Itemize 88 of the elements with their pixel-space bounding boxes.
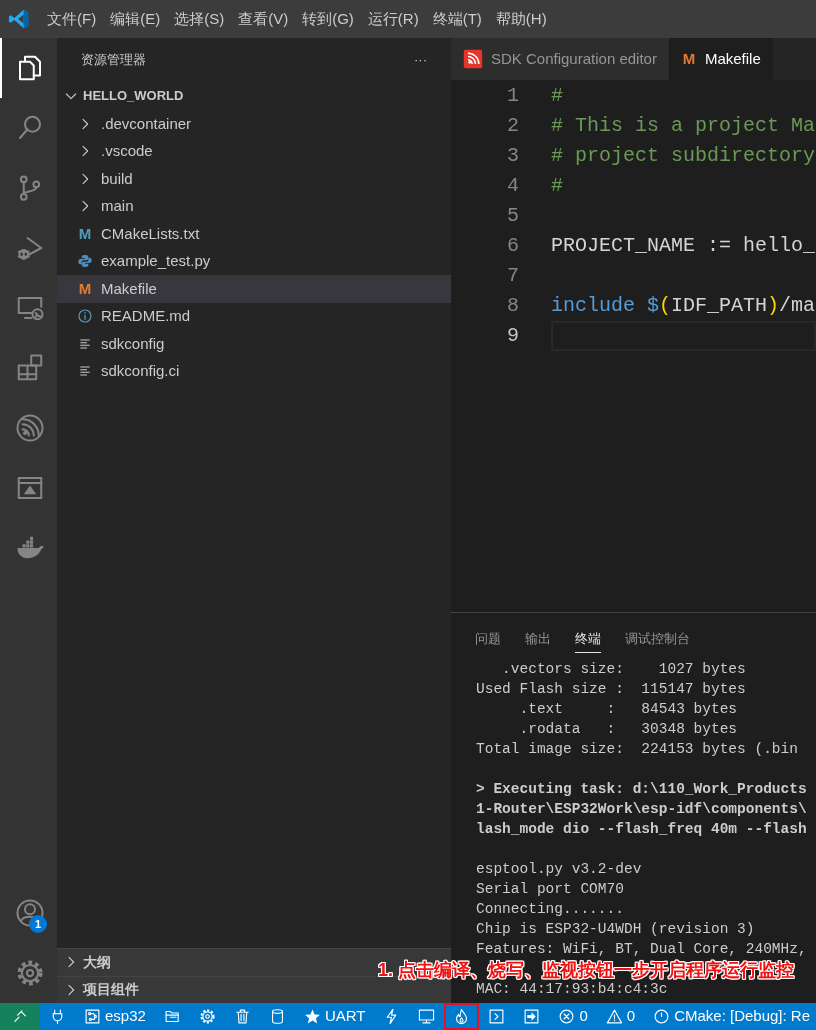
terminal-line: Used Flash size : 115147 bytes <box>476 679 747 699</box>
terminal-line: .vectors size: 1027 bytes <box>501 659 747 679</box>
panel-tab[interactable]: 调试控制台 <box>625 625 690 653</box>
code-line: # <box>551 173 564 199</box>
panel-tab[interactable]: 输出 <box>525 625 551 653</box>
terminal-line: Features: WiFi, BT, Dual Core, 240MHz, <box>476 939 808 959</box>
menu-item[interactable]: 查看(V) <box>231 7 296 31</box>
terminal-line: .rodata : 30348 bytes <box>518 719 739 739</box>
file-type-icon: M <box>680 51 697 67</box>
terminal-line: Connecting....... <box>476 899 625 919</box>
panel-tab[interactable]: 终端 <box>575 625 601 653</box>
code-line: PROJECT_NAME := hello_ <box>551 233 816 259</box>
line-number: 7 <box>506 263 519 289</box>
warning-icon <box>605 1008 623 1025</box>
code-line: # This is a project Ma <box>551 113 816 139</box>
folder-header[interactable]: HELLO_WORLD <box>83 86 184 106</box>
line-number: 4 <box>506 173 519 199</box>
menu-item[interactable]: 运行(R) <box>360 7 426 31</box>
terminal-line: Total image size: 224153 bytes (.bin <box>476 739 799 759</box>
menu-item[interactable]: 转到(G) <box>295 7 361 31</box>
settings-icon <box>198 1008 216 1025</box>
tree-item[interactable]: build <box>57 165 451 193</box>
terminal-line: MAC: 44:17:93:b4:c4:3c <box>476 979 669 999</box>
status-bar-item[interactable] <box>0 1003 40 1030</box>
tree-item[interactable]: .vscode <box>57 137 451 165</box>
trash-icon <box>233 1008 251 1025</box>
signal-logo-icon <box>463 49 483 69</box>
more-actions[interactable]: ··· <box>414 50 427 70</box>
annotation-text: 1. 点击编译、烧写、监视按钮一步开启程序运行监控 <box>378 959 794 982</box>
tree-item[interactable]: example_test.py <box>57 247 451 275</box>
line-number: 3 <box>506 143 519 169</box>
code-line: # project subdirectory <box>551 143 816 169</box>
line-number: 2 <box>506 113 519 139</box>
star-icon <box>303 1008 321 1025</box>
monitor-icon <box>418 1008 436 1025</box>
menu-item[interactable]: 终端(T) <box>425 7 489 31</box>
terminal-box-icon <box>488 1008 506 1025</box>
tree-item[interactable]: .devcontainer <box>57 110 451 138</box>
folder-icon <box>163 1008 181 1025</box>
file-type-icon: M <box>77 280 93 297</box>
menu-item[interactable]: 文件(F) <box>40 7 104 31</box>
line-number: 8 <box>506 293 519 319</box>
tree-item[interactable]: README.md <box>57 302 451 330</box>
menu-item[interactable]: 帮助(H) <box>488 7 554 31</box>
terminal-line: esptool.py v3.2-dev <box>476 859 643 879</box>
status-bar-item[interactable]: 0 <box>549 1003 597 1030</box>
account-icon[interactable] <box>14 898 45 928</box>
code-line: # <box>551 83 564 109</box>
line-number: 1 <box>506 83 519 109</box>
info-icon <box>77 308 93 325</box>
terminal-line: > Executing task: d:\110_Work_Products <box>476 779 808 799</box>
status-bar-item[interactable]: esp32 <box>75 1003 155 1030</box>
line-number: 6 <box>506 233 519 259</box>
terminal-line: .text : 84543 bytes <box>518 699 739 719</box>
status-bar-item[interactable] <box>444 1003 480 1030</box>
panel-tab[interactable]: 问题 <box>475 625 501 653</box>
section-header[interactable]: 大纲 <box>83 951 111 973</box>
section-header[interactable]: 项目组件 <box>83 979 139 1001</box>
file-type-icon: M <box>77 225 93 242</box>
editor-tab[interactable]: M Makefile <box>668 38 773 80</box>
tree-item[interactable]: main <box>57 192 451 220</box>
circuit-board-icon <box>84 1008 101 1025</box>
tree-item[interactable]: sdkconfig.ci <box>57 357 451 385</box>
remote-icon <box>11 1008 29 1025</box>
error-icon <box>558 1008 576 1025</box>
code-line: include $(IDF_PATH)/ma <box>551 293 816 319</box>
sidebar-title: 资源管理器 <box>81 51 146 70</box>
editor-logo-icon <box>8 8 30 30</box>
python-icon <box>77 253 93 270</box>
arrow-into-box-icon <box>523 1008 541 1025</box>
notification-badge: 1 <box>29 915 47 933</box>
tree-item[interactable]: M Makefile <box>57 275 451 303</box>
terminal-line: Serial port COM70 <box>476 879 625 899</box>
status-bar-item[interactable]: CMake: [Debug]: Re <box>644 1003 816 1030</box>
menu-item[interactable]: 编辑(E) <box>103 7 168 31</box>
terminal-line: 1-Router\ESP32Work\esp-idf\components\ <box>476 799 808 819</box>
menu-item[interactable]: 选择(S) <box>167 7 232 31</box>
editor-tab[interactable]: SDK Configuration editor <box>451 38 669 80</box>
tree-item[interactable]: M CMakeLists.txt <box>57 220 451 248</box>
terminal-line: lash_mode dio --flash_freq 40m --flash <box>476 819 808 839</box>
status-bar-item[interactable]: 0 <box>596 1003 645 1030</box>
signal-logo-icon[interactable] <box>14 413 45 443</box>
circle-icon <box>653 1008 671 1025</box>
line-number: 9 <box>506 323 519 349</box>
tree-item[interactable]: sdkconfig <box>57 330 451 358</box>
terminal-line: Chip is ESP32-U4WDH (revision 3) <box>476 919 756 939</box>
status-bar-item[interactable]: UART <box>294 1003 375 1030</box>
line-number: 5 <box>506 203 519 229</box>
